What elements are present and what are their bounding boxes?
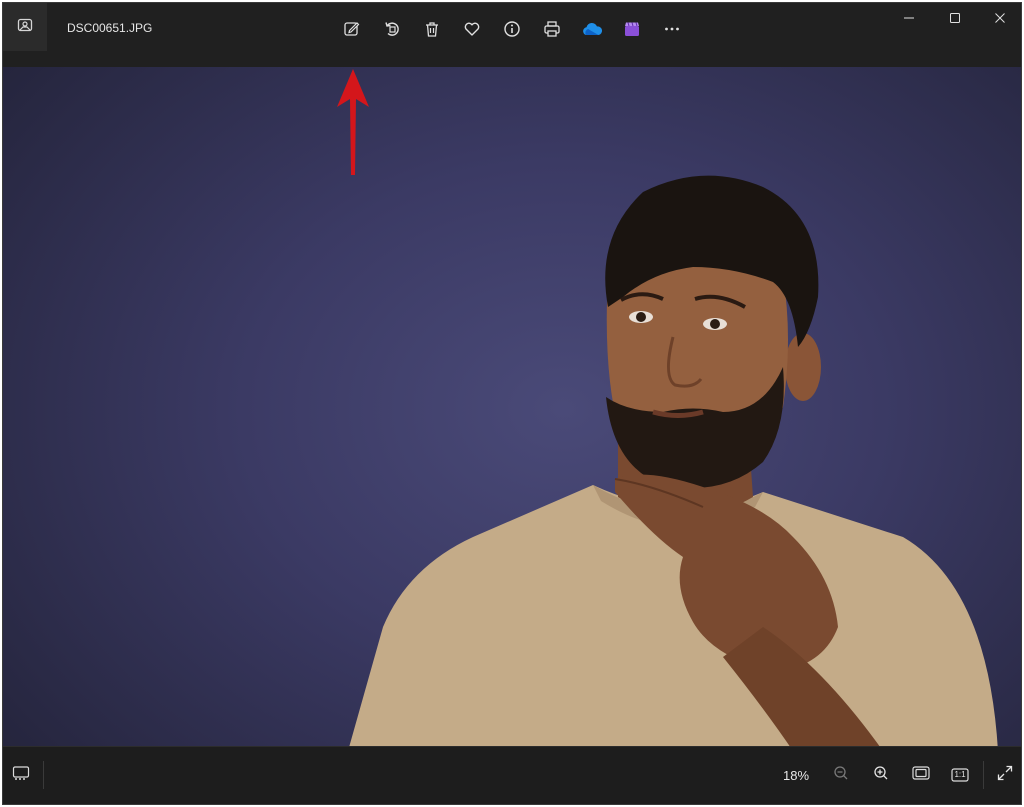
rotate-button[interactable] (378, 15, 406, 43)
ellipsis-icon (663, 20, 681, 38)
actual-size-label: 1:1 (954, 770, 966, 779)
zoom-level[interactable]: 18% (783, 763, 809, 787)
onedrive-button[interactable] (578, 15, 606, 43)
annotation-arrow (337, 69, 369, 175)
filmstrip-button[interactable] (9, 763, 33, 787)
close-icon (994, 11, 1006, 29)
zoom-in-button[interactable] (869, 763, 893, 787)
trash-icon (423, 20, 441, 38)
edit-image-icon (343, 20, 361, 38)
rotate-icon (383, 20, 401, 38)
filmstrip-icon (12, 765, 30, 786)
cloud-icon (581, 21, 603, 37)
file-name: DSC00651.JPG (67, 21, 153, 35)
photo-subject (348, 175, 998, 751)
favorite-button[interactable] (458, 15, 486, 43)
toolbar (338, 15, 698, 43)
minimize-button[interactable] (886, 3, 932, 37)
fit-to-window-icon (912, 765, 930, 785)
zoom-out-icon (833, 765, 849, 786)
info-icon (503, 20, 521, 38)
printer-icon (543, 20, 561, 38)
print-button[interactable] (538, 15, 566, 43)
maximize-icon (949, 11, 961, 29)
more-options-button[interactable] (658, 15, 686, 43)
status-bar: 18% 1:1 (3, 746, 1021, 804)
app-menu-button[interactable] (3, 3, 47, 51)
photos-window: DSC00651.JPG 18% 1:1 (2, 2, 1022, 805)
close-button[interactable] (977, 3, 1021, 37)
info-button[interactable] (498, 15, 526, 43)
title-bar: DSC00651.JPG (3, 3, 1021, 67)
fit-to-window-button[interactable] (909, 763, 933, 787)
expand-icon (997, 765, 1013, 786)
delete-button[interactable] (418, 15, 446, 43)
image-icon (17, 17, 33, 38)
photo-canvas[interactable] (3, 67, 1021, 751)
heart-icon (463, 20, 481, 38)
edit-image-button[interactable] (338, 15, 366, 43)
maximize-button[interactable] (932, 3, 978, 37)
clipchamp-button[interactable] (618, 15, 646, 43)
zoom-in-icon (873, 765, 889, 786)
zoom-out-button[interactable] (829, 763, 853, 787)
actual-size-icon: 1:1 (951, 768, 969, 782)
status-divider (43, 761, 44, 789)
actual-size-button[interactable]: 1:1 (948, 763, 972, 787)
minimize-icon (903, 11, 915, 29)
fullscreen-button[interactable] (993, 763, 1017, 787)
clapperboard-icon (623, 20, 641, 38)
status-divider (983, 761, 984, 789)
